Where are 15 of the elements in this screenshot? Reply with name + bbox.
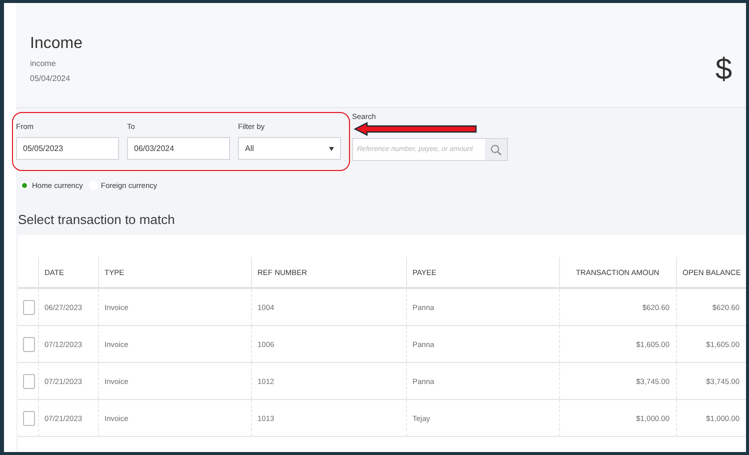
- caret-icon: [329, 146, 334, 150]
- header-date: 05/04/2024: [30, 74, 72, 83]
- row-checkbox[interactable]: [23, 410, 35, 426]
- row-checkbox[interactable]: [23, 300, 35, 314]
- search-icon: [490, 144, 502, 156]
- amount-text: $: [715, 53, 732, 88]
- date-field[interactable]: 06/03/2024: [127, 137, 230, 160]
- search-button[interactable]: [485, 139, 507, 160]
- row-checkbox[interactable]: [23, 336, 35, 352]
- date-field[interactable]: 05/05/2023: [16, 137, 119, 160]
- filter-dropdown[interactable]: All: [238, 137, 341, 160]
- row-checkbox[interactable]: [23, 374, 35, 388]
- page-title: Income: [30, 35, 82, 53]
- account-name: income: [30, 59, 57, 68]
- section-title: Select transaction to match: [18, 212, 176, 227]
